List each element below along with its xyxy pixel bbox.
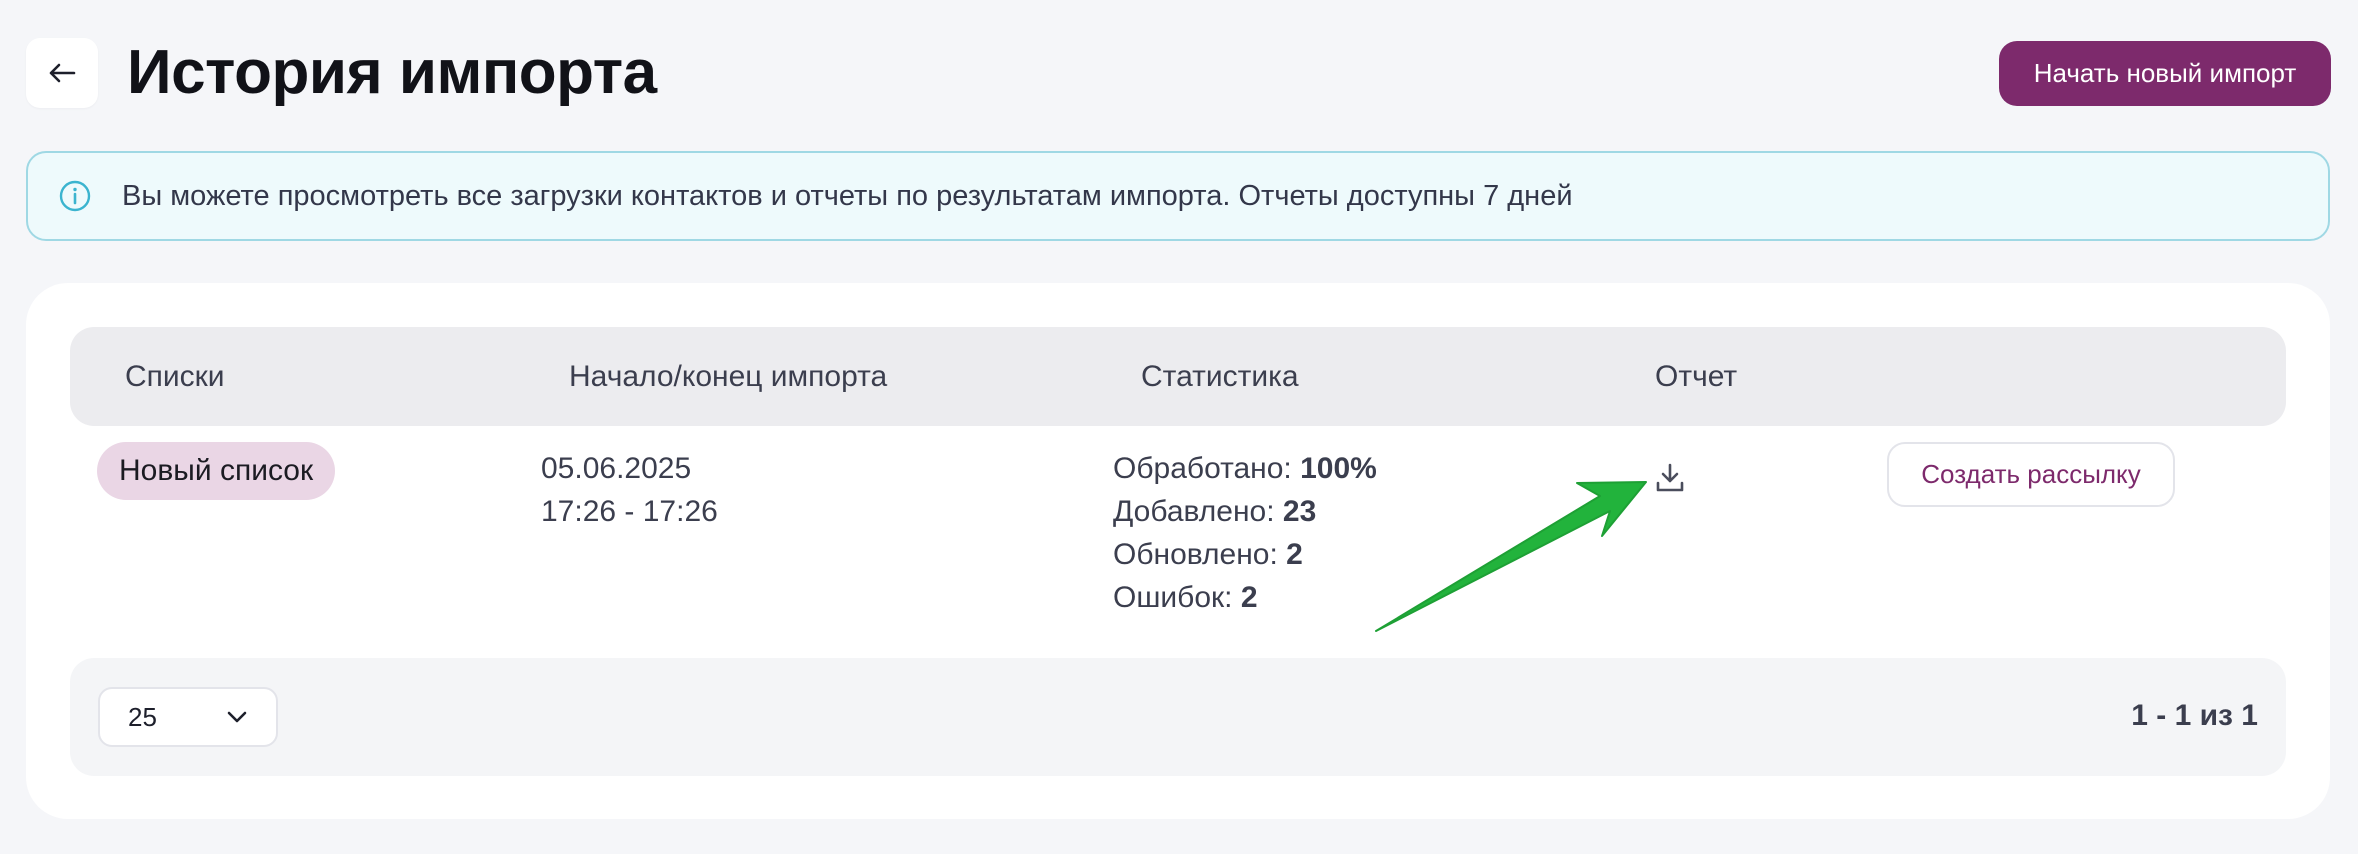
stat-added: Добавлено: 23 [1113, 494, 1316, 530]
column-header-lists: Списки [125, 360, 225, 393]
import-history-page: История импорта Начать новый импорт Вы м… [0, 0, 2358, 854]
download-report-icon[interactable] [1652, 460, 1688, 496]
pagination-info: 1 - 1 из 1 [2131, 699, 2258, 732]
new-import-button[interactable]: Начать новый импорт [1999, 41, 2331, 106]
back-button[interactable] [26, 38, 98, 108]
page-size-select[interactable]: 25 [98, 687, 278, 747]
column-header-statistics: Статистика [1141, 360, 1299, 393]
chevron-down-icon [226, 710, 248, 724]
page-title: История импорта [127, 38, 657, 107]
stat-errors-value: 2 [1240, 581, 1258, 614]
stat-processed: Обработано: 100% [1113, 451, 1377, 487]
column-header-report: Отчет [1655, 360, 1738, 393]
table-footer: 25 1 - 1 из 1 [70, 658, 2286, 776]
stat-processed-label: Обработано: [1113, 452, 1292, 485]
stat-processed-value: 100% [1300, 452, 1377, 485]
page-size-value: 25 [128, 701, 157, 732]
info-icon [58, 179, 92, 213]
import-time-range: 17:26 - 17:26 [541, 495, 718, 528]
stat-added-value: 23 [1282, 495, 1317, 528]
import-history-card: Списки Начало/конец импорта Статистика О… [26, 283, 2330, 819]
stat-added-label: Добавлено: [1113, 495, 1275, 528]
table-header: Списки Начало/конец импорта Статистика О… [70, 327, 2286, 426]
info-banner: Вы можете просмотреть все загрузки конта… [26, 151, 2330, 241]
create-campaign-button[interactable]: Создать рассылку [1887, 442, 2175, 507]
list-badge[interactable]: Новый список [97, 442, 336, 500]
stat-updated-label: Обновлено: [1113, 538, 1278, 571]
table-row: Новый список 05.06.2025 17:26 - 17:26 Об… [70, 426, 2286, 656]
import-date: 05.06.2025 [541, 452, 692, 485]
info-banner-text: Вы можете просмотреть все загрузки конта… [122, 179, 1573, 212]
stat-errors: Ошибок: 2 [1113, 580, 1258, 616]
stat-errors-label: Ошибок: [1113, 581, 1233, 614]
arrow-left-icon [48, 62, 76, 84]
column-header-import-time: Начало/конец импорта [569, 360, 888, 393]
stat-updated: Обновлено: 2 [1113, 537, 1303, 573]
stat-updated-value: 2 [1286, 538, 1303, 571]
